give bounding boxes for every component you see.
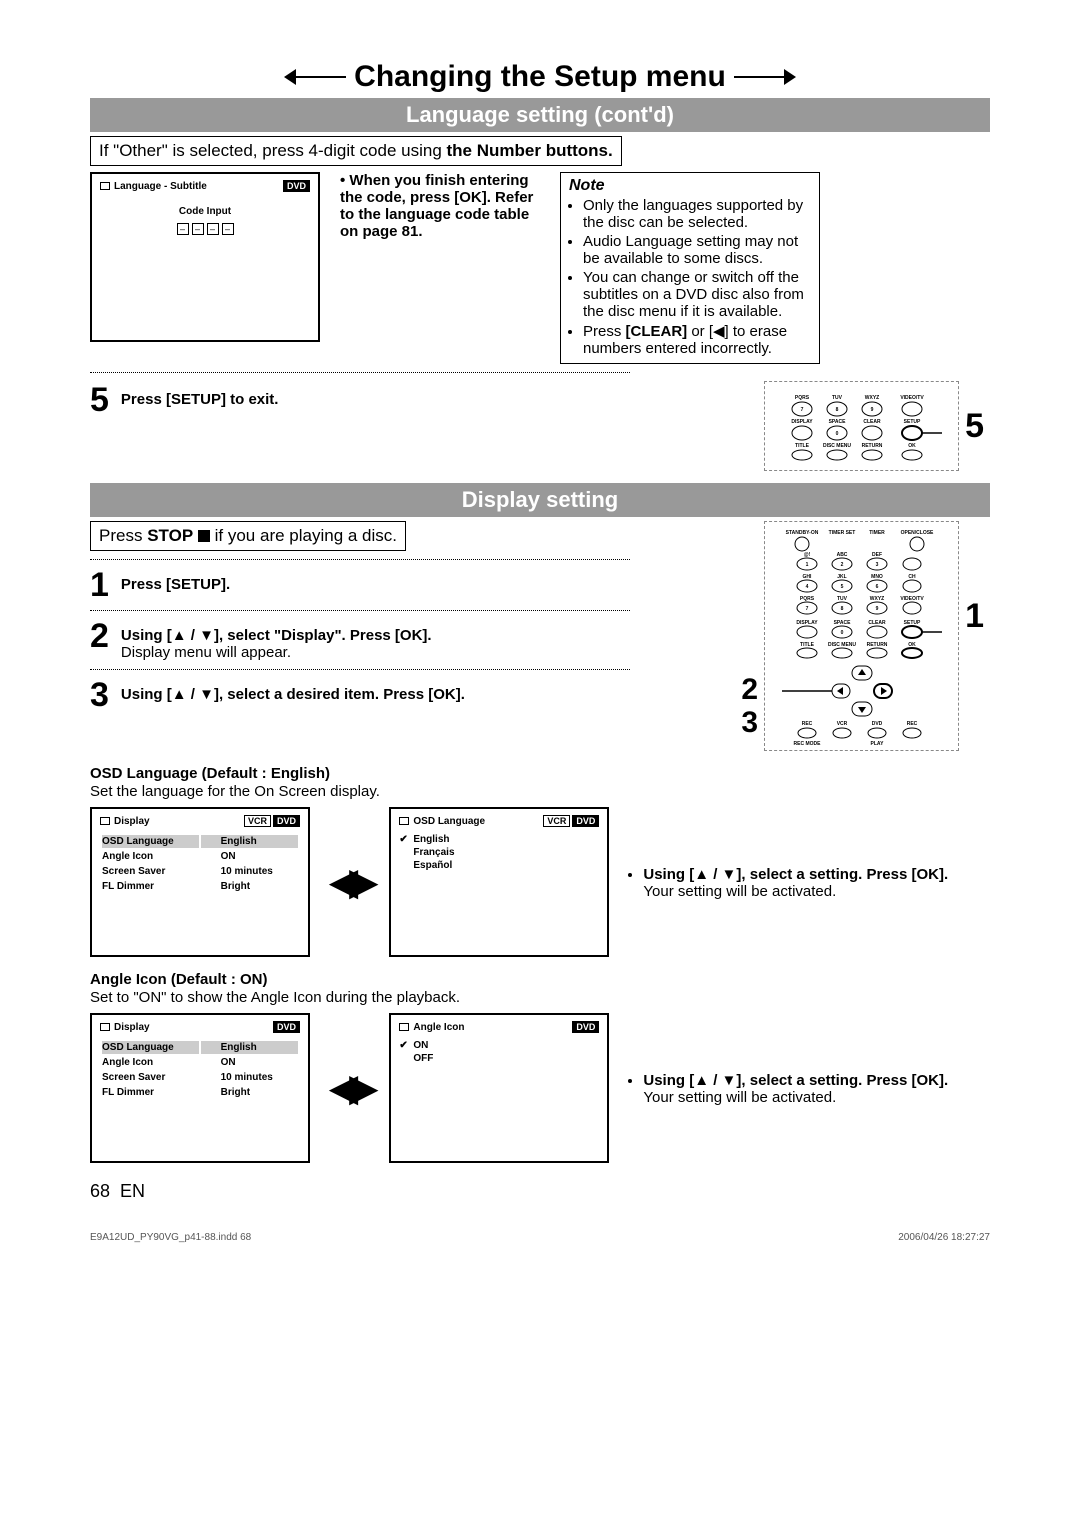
svg-text:REC MODE: REC MODE bbox=[793, 741, 821, 746]
callout-5: 5 bbox=[965, 409, 984, 443]
svg-text:2: 2 bbox=[840, 562, 843, 568]
svg-text:REC: REC bbox=[906, 721, 917, 727]
code-digits: –––– bbox=[100, 223, 310, 235]
osd-icon bbox=[100, 182, 110, 190]
svg-text:VCR: VCR bbox=[836, 721, 847, 727]
osd-lang-side: Using [▲ / ▼], select a setting. Press [… bbox=[629, 864, 948, 900]
svg-text:5: 5 bbox=[840, 584, 843, 590]
svg-text:TUV: TUV bbox=[837, 596, 848, 602]
callout-3: 3 bbox=[741, 706, 758, 739]
angle-icon-box: Angle IconDVD ON OFF bbox=[389, 1013, 609, 1163]
osd-lang-desc: Set the language for the On Screen displ… bbox=[90, 783, 380, 800]
svg-text:DISPLAY: DISPLAY bbox=[796, 620, 818, 626]
svg-text:0: 0 bbox=[840, 630, 843, 636]
svg-text:TITLE: TITLE bbox=[800, 642, 815, 648]
callout-1: 1 bbox=[965, 599, 984, 633]
svg-text:SETUP: SETUP bbox=[903, 419, 920, 425]
remote-partial-top: PQRS TUV WXYZ VIDEO/TV 7 8 9 DISPLAY SPACE CL… bbox=[764, 381, 959, 471]
svg-text:RETURN: RETURN bbox=[861, 443, 882, 449]
svg-text:DISPLAY: DISPLAY bbox=[791, 419, 813, 425]
step-5: 5 Press [SETUP] to exit. bbox=[90, 383, 278, 417]
svg-text:VIDEO/TV: VIDEO/TV bbox=[900, 395, 924, 401]
ornament-left bbox=[296, 76, 346, 78]
svg-text:WXYZ: WXYZ bbox=[864, 395, 878, 401]
osd-lang-heading: OSD Language (Default : English) bbox=[90, 765, 330, 782]
svg-text:TITLE: TITLE bbox=[795, 443, 810, 449]
bidir-arrow-icon: ◀▶ bbox=[330, 861, 369, 903]
display-menu-box: DisplayVCRDVD OSD LanguageEnglish Angle … bbox=[90, 807, 310, 957]
bidir-arrow-icon: ◀▶ bbox=[330, 1067, 369, 1109]
svg-text:8: 8 bbox=[835, 407, 838, 413]
svg-text:9: 9 bbox=[875, 606, 878, 612]
note-item: You can change or switch off the subtitl… bbox=[583, 269, 811, 320]
svg-text:3: 3 bbox=[875, 562, 878, 568]
svg-text:GHI: GHI bbox=[802, 574, 812, 580]
svg-text:ABC: ABC bbox=[836, 552, 847, 558]
svg-text:6: 6 bbox=[875, 584, 878, 590]
svg-text:0: 0 bbox=[835, 431, 838, 437]
svg-text:DEF: DEF bbox=[872, 552, 882, 558]
svg-text:CLEAR: CLEAR bbox=[863, 419, 881, 425]
note-item: Press [CLEAR] or [◀] to erase numbers en… bbox=[583, 322, 811, 357]
divider bbox=[90, 372, 630, 373]
svg-text:PLAY: PLAY bbox=[870, 741, 884, 746]
chapter-header: Changing the Setup menu bbox=[90, 60, 990, 94]
note-item: Only the languages supported by the disc… bbox=[583, 197, 811, 231]
svg-text:DVD: DVD bbox=[871, 721, 882, 727]
svg-text:DISC MENU: DISC MENU bbox=[828, 642, 856, 648]
svg-text:REC: REC bbox=[801, 721, 812, 727]
osd-language-box: OSD LanguageVCRDVD English Français Espa… bbox=[389, 807, 609, 957]
chapter-title: Changing the Setup menu bbox=[346, 60, 734, 94]
svg-text:7: 7 bbox=[800, 407, 803, 413]
svg-text:RETURN: RETURN bbox=[866, 642, 887, 648]
print-footer: E9A12UD_PY90VG_p41-88.indd 68 2006/04/26… bbox=[90, 1232, 990, 1243]
svg-text:PQRS: PQRS bbox=[799, 596, 814, 602]
step-3: 3 Using [▲ / ▼], select a desired item. … bbox=[90, 678, 650, 712]
display-intro: Press STOP if you are playing a disc. bbox=[90, 521, 406, 551]
svg-text:7: 7 bbox=[805, 606, 808, 612]
step-2: 2 Using [▲ / ▼], select "Display". Press… bbox=[90, 619, 650, 661]
page-number: 68 EN bbox=[90, 1181, 990, 1202]
note-box: Note Only the languages supported by the… bbox=[560, 172, 820, 364]
ornament-right bbox=[734, 76, 784, 78]
svg-text:MNO: MNO bbox=[871, 574, 883, 580]
language-intro: If "Other" is selected, press 4-digit co… bbox=[90, 136, 622, 166]
svg-text:TIMER SET: TIMER SET bbox=[828, 530, 855, 536]
svg-text:CH: CH bbox=[908, 574, 916, 580]
stop-icon bbox=[198, 530, 210, 542]
callout-2: 2 bbox=[741, 673, 758, 706]
section-display: Display setting bbox=[90, 483, 990, 517]
svg-text:TUV: TUV bbox=[832, 395, 843, 401]
svg-text:9: 9 bbox=[870, 407, 873, 413]
osd-code-input: Language - Subtitle DVD Code Input –––– bbox=[90, 172, 320, 342]
svg-text:TIMER: TIMER bbox=[869, 530, 885, 536]
note-item: Audio Language setting may not be availa… bbox=[583, 233, 811, 267]
svg-text:4: 4 bbox=[805, 584, 808, 590]
code-instruction: • When you finish entering the code, pre… bbox=[340, 172, 540, 240]
svg-text:@!: @! bbox=[803, 552, 810, 558]
angle-side: Using [▲ / ▼], select a setting. Press [… bbox=[629, 1070, 948, 1106]
svg-text:WXYZ: WXYZ bbox=[869, 596, 883, 602]
display-menu-box-2: DisplayDVD OSD LanguageEnglish Angle Ico… bbox=[90, 1013, 310, 1163]
svg-text:8: 8 bbox=[840, 606, 843, 612]
svg-text:STANDBY-ON: STANDBY-ON bbox=[785, 530, 818, 536]
svg-text:DISC MENU: DISC MENU bbox=[823, 443, 851, 449]
remote-full: STANDBY-ON TIMER SET TIMER OPEN/CLOSE @! ABC… bbox=[764, 521, 959, 751]
section-language: Language setting (cont'd) bbox=[90, 98, 990, 132]
svg-text:PQRS: PQRS bbox=[794, 395, 809, 401]
svg-text:VIDEO/TV: VIDEO/TV bbox=[900, 596, 924, 602]
svg-text:OPEN/CLOSE: OPEN/CLOSE bbox=[900, 530, 933, 536]
svg-text:1: 1 bbox=[805, 562, 808, 568]
step-1: 1 Press [SETUP]. bbox=[90, 568, 650, 602]
svg-text:CLEAR: CLEAR bbox=[868, 620, 886, 626]
angle-heading: Angle Icon (Default : ON) bbox=[90, 971, 268, 988]
note-title: Note bbox=[569, 177, 811, 195]
badge-dvd: DVD bbox=[283, 180, 310, 192]
svg-text:SPACE: SPACE bbox=[833, 620, 851, 626]
angle-desc: Set to "ON" to show the Angle Icon durin… bbox=[90, 989, 460, 1006]
svg-text:JKL: JKL bbox=[837, 574, 846, 580]
svg-text:OK: OK bbox=[908, 443, 916, 449]
svg-text:SPACE: SPACE bbox=[828, 419, 846, 425]
